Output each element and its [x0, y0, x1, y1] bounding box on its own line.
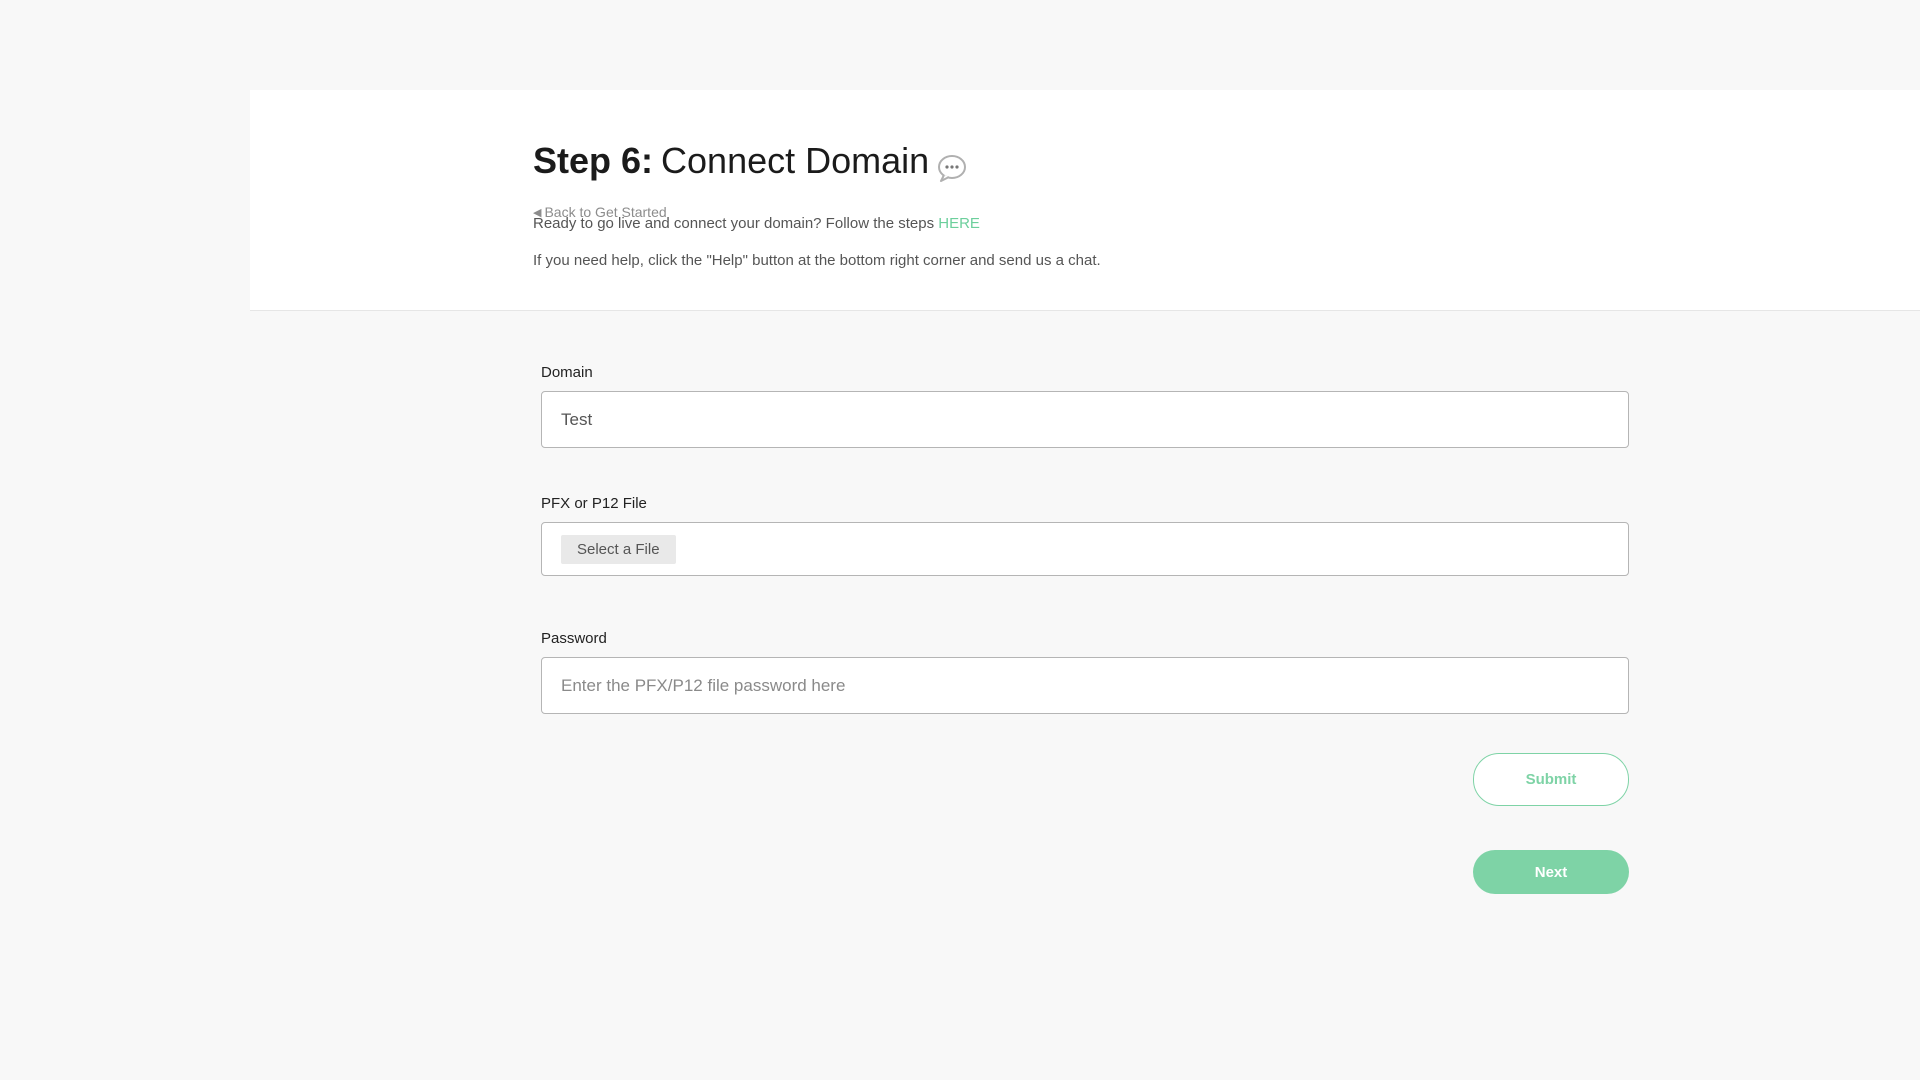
- select-file-button[interactable]: Select a File: [561, 534, 676, 564]
- intro-text-body: Ready to go live and connect your domain…: [533, 215, 935, 232]
- next-button[interactable]: Next: [1473, 850, 1629, 894]
- chat-bubble-icon[interactable]: [937, 149, 967, 182]
- file-field-group: PFX or P12 File Select a File: [541, 495, 1629, 576]
- page-title-step: Step 6:: [533, 140, 654, 181]
- intro-text: Ready to go live and connect your domain…: [533, 215, 980, 232]
- page-title-text: Connect Domain: [661, 140, 930, 181]
- header-panel: ◀ Back to Get Started: [250, 90, 1920, 311]
- password-field-group: Password: [541, 630, 1629, 714]
- domain-field-group: Domain: [541, 364, 1629, 448]
- steps-here-link[interactable]: HERE: [938, 215, 980, 232]
- file-label: PFX or P12 File: [541, 495, 647, 512]
- domain-input[interactable]: [541, 391, 1629, 448]
- page-title: Step 6: Connect Domain: [533, 140, 967, 182]
- submit-button[interactable]: Submit: [1473, 753, 1629, 806]
- domain-label: Domain: [541, 364, 593, 381]
- password-input[interactable]: [541, 657, 1629, 714]
- file-input[interactable]: Select a File: [541, 522, 1629, 576]
- password-label: Password: [541, 630, 607, 647]
- help-text: If you need help, click the "Help" butto…: [533, 252, 1101, 269]
